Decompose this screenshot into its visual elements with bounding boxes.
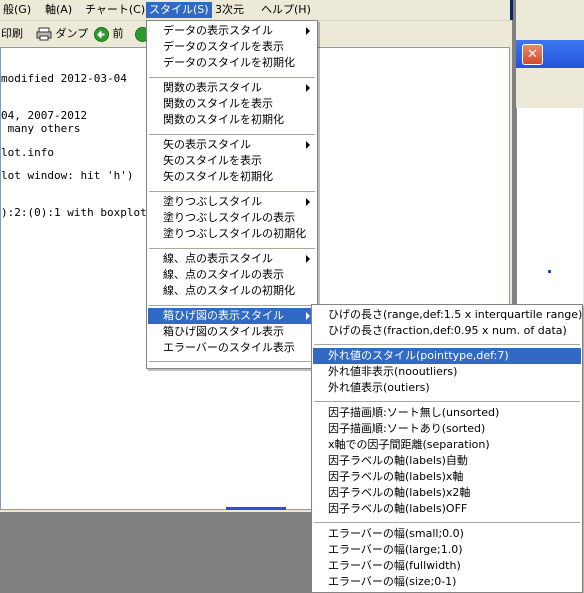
console-line: lot.info	[1, 146, 54, 159]
menu-item-label: 矢の表示スタイル	[163, 138, 251, 151]
print-label: 印刷	[1, 27, 23, 40]
menu-item-labels-x[interactable]: 因子ラベルの軸(labels)x軸	[313, 469, 581, 485]
console-scroll-indicator	[226, 507, 286, 510]
console-line: ):2:(0):1 with boxplot	[1, 206, 147, 219]
menu-item-data-style-reset[interactable]: データのスタイルを初期化	[148, 55, 316, 71]
menu-item-whisker-range[interactable]: ひげの長さ(range,def:1.5 x interquartile rang…	[313, 307, 582, 323]
submenu-arrow-icon	[306, 27, 310, 35]
close-button[interactable]: ✕	[522, 44, 543, 65]
menu-separator	[149, 248, 315, 249]
menu-general[interactable]: 般(G)	[0, 2, 34, 18]
menu-item-label: 塗りつぶしスタイル	[163, 195, 263, 208]
menu-help[interactable]: ヘルプ(H)	[258, 2, 314, 18]
menu-item-boxplot-style-show[interactable]: 箱ひげ図のスタイル表示	[148, 324, 316, 340]
menu-item-linepoint-style-reset[interactable]: 線、点のスタイルの初期化	[148, 283, 316, 299]
menu-item-fill-style-show[interactable]: 塗りつぶしスタイルの表示	[148, 210, 316, 226]
menu-item-function-style-show[interactable]: 関数のスタイルを表示	[148, 96, 316, 112]
menubar: 般(G) 軸(A) チャート(C) スタイル(S) 3次元 ヘルプ(H)	[0, 0, 513, 21]
menu-chart[interactable]: チャート(C)	[82, 2, 148, 18]
menu-item-boxplot-display-style[interactable]: 箱ひげ図の表示スタイル	[148, 308, 316, 324]
menu-separator	[149, 305, 315, 306]
menu-item-function-style-reset[interactable]: 関数のスタイルを初期化	[148, 112, 316, 128]
back-button[interactable]: 前	[94, 26, 124, 42]
menu-item-factor-unsorted[interactable]: 因子描画順:ソート無し(unsorted)	[313, 405, 581, 421]
plot-marker	[548, 270, 551, 273]
menu-axis[interactable]: 軸(A)	[42, 2, 75, 18]
boxplot-style-submenu: ひげの長さ(range,def:1.5 x interquartile rang…	[311, 304, 583, 593]
menu-item-label: データの表示スタイル	[163, 24, 273, 37]
menu-item-label: 線、点の表示スタイル	[163, 252, 273, 265]
menu-item-errorbar-size[interactable]: エラーバーの幅(size;0-1)	[313, 574, 581, 590]
menu-item-data-style-show[interactable]: データのスタイルを表示	[148, 39, 316, 55]
menu-item-arrow-display-style[interactable]: 矢の表示スタイル	[148, 137, 316, 153]
submenu-arrow-icon	[306, 141, 310, 149]
menu-item-label: 関数の表示スタイル	[163, 81, 262, 94]
menu-item-linepoint-style-show[interactable]: 線、点のスタイルの表示	[148, 267, 316, 283]
menu-item-labels-off[interactable]: 因子ラベルの軸(labels)OFF	[313, 501, 581, 517]
back-arrow-icon	[94, 26, 109, 42]
menu-style[interactable]: スタイル(S)	[146, 2, 212, 18]
menu-item-factor-separation[interactable]: x軸での因子間距離(separation)	[313, 437, 581, 453]
menu-separator	[149, 77, 315, 78]
console-line: lot window: hit 'h')	[1, 169, 134, 182]
menu-separator	[149, 191, 315, 192]
menu-item-errorbar-large[interactable]: エラーバーの幅(large;1.0)	[313, 542, 581, 558]
menu-item-labels-x2[interactable]: 因子ラベルの軸(labels)x2軸	[313, 485, 581, 501]
menu-item-factor-sorted[interactable]: 因子描画順:ソートあり(sorted)	[313, 421, 581, 437]
menu-item-outliers[interactable]: 外れ値表示(outiers)	[313, 380, 581, 396]
menu-item-labels-auto[interactable]: 因子ラベルの軸(labels)自動	[313, 453, 581, 469]
menu-item-outlier-style[interactable]: 外れ値のスタイル(pointtype,def:7)	[313, 348, 581, 364]
print-button[interactable]: 印刷	[1, 26, 23, 42]
menu-item-errorbar-style-show[interactable]: エラーバーのスタイル表示	[148, 340, 316, 356]
menu-item-fill-style-reset[interactable]: 塗りつぶしスタイルの初期化	[148, 226, 316, 242]
menu-separator	[314, 401, 580, 402]
menu-item-label: 箱ひげ図の表示スタイル	[163, 309, 284, 322]
menu-item-errorbar-small[interactable]: エラーバーの幅(small;0.0)	[313, 526, 581, 542]
dump-label: ダンプ	[55, 27, 89, 40]
back-label: 前	[112, 27, 124, 40]
window-edge	[510, 0, 513, 20]
console-line: modified 2012-03-04	[1, 72, 127, 85]
menu-separator	[314, 522, 580, 523]
menu-item-fill-style[interactable]: 塗りつぶしスタイル	[148, 194, 316, 210]
menu-item-function-display-style[interactable]: 関数の表示スタイル	[148, 80, 316, 96]
menu-item-errorbar-fullwidth[interactable]: エラーバーの幅(fullwidth)	[313, 558, 581, 574]
submenu-arrow-icon	[306, 84, 310, 92]
submenu-arrow-icon	[306, 198, 310, 206]
console-line: 04, 2007-2012	[1, 109, 88, 122]
menu-item-arrow-style-show[interactable]: 矢のスタイルを表示	[148, 153, 316, 169]
style-dropdown-menu: データの表示スタイル データのスタイルを表示 データのスタイルを初期化 関数の表…	[146, 20, 318, 369]
menu-item-linepoint-display-style[interactable]: 線、点の表示スタイル	[148, 251, 316, 267]
menu-item-data-display-style[interactable]: データの表示スタイル	[148, 23, 316, 39]
menu-item-arrow-style-reset[interactable]: 矢のスタイルを初期化	[148, 169, 316, 185]
menu-3d[interactable]: 3次元	[212, 2, 247, 18]
menu-separator	[314, 344, 580, 345]
menu-separator	[149, 361, 315, 362]
dump-button[interactable]: ダンプ	[36, 26, 88, 42]
menu-item-whisker-fraction[interactable]: ひげの長さ(fraction,def:0.95 x num. of data)	[313, 323, 581, 339]
menu-separator	[149, 134, 315, 135]
menu-item-nooutliers[interactable]: 外れ値非表示(nooutliers)	[313, 364, 581, 380]
close-icon: ✕	[527, 47, 538, 62]
submenu-arrow-icon	[306, 312, 310, 320]
dump-printer-icon	[36, 27, 52, 41]
console-line: many others	[1, 122, 81, 135]
submenu-arrow-icon	[306, 255, 310, 263]
